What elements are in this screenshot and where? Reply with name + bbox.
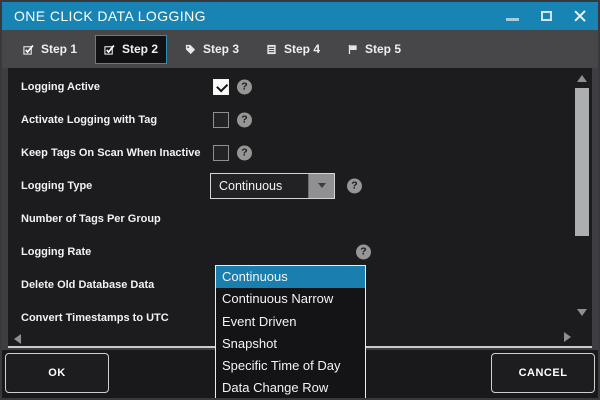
- ok-button[interactable]: OK: [5, 353, 109, 393]
- dropdown-option-snapshot[interactable]: Snapshot: [216, 333, 365, 355]
- scroll-up-icon[interactable]: [577, 75, 587, 82]
- logging-active-checkbox[interactable]: [213, 79, 229, 95]
- row-logging-type: Logging Type Continuous ?: [8, 169, 592, 202]
- dropdown-option-event-driven[interactable]: Event Driven: [216, 311, 365, 333]
- settings-panel: Logging Active ? Activate Logging with T…: [8, 68, 592, 348]
- help-icon[interactable]: ?: [237, 79, 252, 94]
- one-click-data-logging-dialog: ONE CLICK DATA LOGGING Step 1 Step 2 Ste…: [0, 0, 600, 400]
- field-label: Keep Tags On Scan When Inactive: [21, 147, 201, 159]
- activate-logging-with-tag-checkbox[interactable]: [213, 112, 229, 128]
- tab-label: Step 2: [122, 42, 158, 56]
- field-label: Convert Timestamps to UTC: [21, 312, 169, 324]
- logging-type-combobox[interactable]: Continuous: [210, 173, 335, 199]
- window-title: ONE CLICK DATA LOGGING: [14, 8, 206, 24]
- chevron-down-icon: [318, 183, 326, 188]
- help-icon[interactable]: ?: [347, 178, 362, 193]
- tab-label: Step 4: [284, 42, 320, 56]
- tab-step-1[interactable]: Step 1: [14, 35, 86, 64]
- close-icon: [573, 9, 587, 23]
- row-activate-logging-with-tag: Activate Logging with Tag ?: [8, 103, 592, 136]
- tab-label: Step 1: [41, 42, 77, 56]
- dropdown-option-data-change-row[interactable]: Data Change Row: [216, 377, 365, 399]
- checkbox-check-icon: [104, 44, 115, 55]
- combobox-value: Continuous: [211, 179, 308, 193]
- tab-step-3[interactable]: Step 3: [176, 35, 248, 64]
- help-icon[interactable]: ?: [356, 244, 371, 259]
- flag-icon: [347, 44, 358, 55]
- help-icon[interactable]: ?: [237, 145, 252, 160]
- tag-icon: [185, 44, 196, 55]
- row-keep-tags-on-scan: Keep Tags On Scan When Inactive ?: [8, 136, 592, 169]
- step-tabbar: Step 1 Step 2 Step 3 Step 4 Step 5: [2, 30, 598, 68]
- dropdown-option-specific-time-of-day[interactable]: Specific Time of Day: [216, 355, 365, 377]
- row-logging-active: Logging Active ?: [8, 70, 592, 103]
- row-logging-rate: Logging Rate ?: [8, 235, 592, 268]
- row-number-of-tags-per-group: Number of Tags Per Group: [8, 202, 592, 235]
- tab-step-2[interactable]: Step 2: [95, 35, 167, 64]
- field-label: Number of Tags Per Group: [21, 213, 161, 225]
- minimize-button[interactable]: [504, 8, 520, 24]
- cancel-button[interactable]: CANCEL: [491, 353, 595, 393]
- keep-tags-on-scan-checkbox[interactable]: [213, 145, 229, 161]
- maximize-button[interactable]: [538, 8, 554, 24]
- tab-step-5[interactable]: Step 5: [338, 35, 410, 64]
- close-button[interactable]: [572, 8, 588, 24]
- scroll-left-icon[interactable]: [14, 334, 21, 344]
- field-label: Logging Type: [21, 180, 92, 192]
- field-label: Delete Old Database Data: [21, 279, 154, 291]
- tab-label: Step 5: [365, 42, 401, 56]
- tab-label: Step 3: [203, 42, 239, 56]
- scroll-right-icon[interactable]: [564, 332, 571, 342]
- logging-type-dropdown-list: Continuous Continuous Narrow Event Drive…: [215, 265, 366, 400]
- tab-step-4[interactable]: Step 4: [257, 35, 329, 64]
- field-label: Logging Active: [21, 81, 100, 93]
- titlebar: ONE CLICK DATA LOGGING: [2, 2, 598, 30]
- dropdown-option-continuous-narrow[interactable]: Continuous Narrow: [216, 288, 365, 310]
- maximize-icon: [541, 11, 552, 21]
- dropdown-option-continuous[interactable]: Continuous: [216, 266, 365, 288]
- list-icon: [266, 44, 277, 55]
- checkbox-check-icon: [23, 44, 34, 55]
- vertical-scrollbar-thumb[interactable]: [575, 88, 589, 236]
- minimize-icon: [506, 18, 519, 21]
- combobox-dropdown-button[interactable]: [308, 174, 334, 198]
- vertical-scrollbar[interactable]: [574, 70, 590, 322]
- field-label: Activate Logging with Tag: [21, 114, 157, 126]
- help-icon[interactable]: ?: [237, 112, 252, 127]
- field-label: Logging Rate: [21, 246, 91, 258]
- scroll-down-icon[interactable]: [577, 309, 587, 316]
